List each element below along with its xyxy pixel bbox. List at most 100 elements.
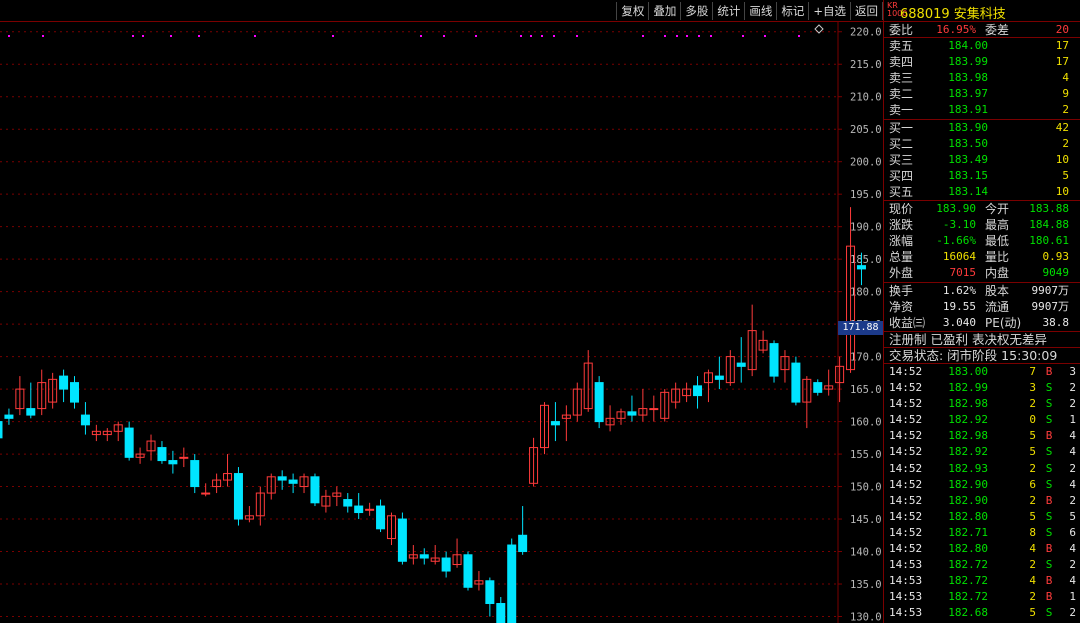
ratio-label: 委比	[889, 23, 914, 37]
level-volume: 42	[1055, 120, 1069, 134]
tick-row[interactable]: 14:53 182.72 4 B 4	[884, 573, 1080, 589]
candle-body	[343, 499, 353, 507]
tick-volume: 2	[1029, 397, 1036, 411]
kline-chart[interactable]: 220.0 215.0 210.0 205.0 200.0 195.0 190.0 185.0…	[0, 22, 883, 623]
quote-value: 16064	[942, 250, 976, 264]
diff-value: 20	[1055, 23, 1069, 36]
toolbar-button[interactable]: +自选	[808, 2, 850, 20]
quote-value: 3.040	[942, 315, 976, 329]
tick-row[interactable]: 14:53 182.68 5 S 2	[884, 605, 1080, 621]
quote-row: 换手 1.62% 股本 9907万	[884, 283, 1080, 299]
toolbar-button[interactable]: 标记	[776, 2, 808, 20]
tick-row[interactable]: 14:52 182.80 4 B 4	[884, 541, 1080, 557]
candle-body	[70, 382, 80, 403]
quote-panel: KR 1000 688019 安集科技 委比 16.95% 委差 20 卖五 18…	[883, 0, 1080, 623]
y-tick-label: 140.0	[850, 547, 882, 559]
quote-row: 收益㈢ 3.040 PE(动) 38.8	[884, 315, 1080, 331]
tick-row[interactable]: 14:52 182.98 2 S 2	[884, 396, 1080, 412]
level-volume: 17	[1055, 39, 1069, 53]
candle-body	[496, 603, 506, 623]
tick-row[interactable]: 14:52 182.92 0 S 1	[884, 412, 1080, 428]
tick-row[interactable]: 14:53 182.72 2 B 1	[884, 589, 1080, 605]
quote-row: 涨幅 -1.66% 最低 180.61	[884, 233, 1080, 249]
quote-block-2: 换手 1.62% 股本 9907万 净资 19.55 流通 9907万 收益㈢ 3.040 PE(动…	[884, 283, 1080, 332]
tick-time: 14:53	[889, 574, 923, 588]
tick-row[interactable]: 14:52 182.80 5 S 5	[884, 509, 1080, 525]
toolbar-button[interactable]: 复权	[616, 2, 648, 20]
quote-value: 183.88	[1029, 202, 1069, 216]
quote-value: 184.88	[1029, 218, 1069, 232]
level-price: 183.14	[948, 184, 988, 198]
tick-volume: 2	[1029, 590, 1036, 604]
toolbar-button[interactable]: 画线	[744, 2, 776, 20]
candle-body	[179, 456, 189, 459]
tick-list[interactable]: 14:52 183.00 7 B 3 14:52 182.99 3 S 2 14:52 182.98 2…	[884, 364, 1080, 623]
quote-value: 19.55	[942, 299, 976, 313]
tick-time: 14:53	[889, 558, 923, 572]
quote-row: 外盘 7015 内盘 9049	[884, 265, 1080, 281]
quote-value: 9907万	[1031, 283, 1070, 297]
tick-price: 182.98	[948, 429, 988, 443]
candle-body	[201, 492, 211, 495]
quote-block-1: 现价 183.90 今开 183.88 涨跌 -3.10 最高 184.88 涨幅 -1.66% 最…	[884, 201, 1080, 283]
candle-body	[441, 557, 451, 572]
candle-body	[507, 544, 517, 623]
tick-time: 14:52	[889, 525, 923, 539]
tick-row[interactable]: 14:52 182.93 2 S 2	[884, 461, 1080, 477]
tick-side: S	[1045, 397, 1053, 411]
tick-row[interactable]: 14:52 182.90 6 S 4	[884, 477, 1080, 493]
tick-volume: 0	[1029, 413, 1036, 427]
tick-row[interactable]: 14:52 182.92 5 S 4	[884, 444, 1080, 460]
tick-side: B	[1045, 429, 1053, 443]
tick-row[interactable]: 14:52 183.00 7 B 3	[884, 364, 1080, 380]
toolbar-button[interactable]: 返回	[850, 2, 883, 20]
registration-text: 注册制 已盈利 表决权无差异	[889, 331, 1047, 347]
signal-marker	[332, 35, 334, 37]
tick-price: 182.80	[948, 509, 988, 523]
level-label: 卖一	[889, 103, 914, 118]
tick-volume: 5	[1029, 429, 1036, 443]
level-volume: 9	[1062, 87, 1069, 101]
tick-price: 182.72	[948, 590, 988, 604]
quote-row: 涨跌 -3.10 最高 184.88	[884, 217, 1080, 233]
order-ratio-row: 委比 16.95% 委差 20	[884, 22, 1080, 39]
tick-count: 4	[1069, 429, 1076, 443]
toolbar-button[interactable]: 多股	[680, 2, 712, 20]
level-volume: 10	[1055, 152, 1069, 166]
signal-marker	[520, 35, 522, 37]
signal-marker	[764, 35, 766, 37]
candlestick-svg[interactable]: 220.0215.0210.0205.0200.0195.0190.0185.0…	[0, 22, 883, 623]
level-volume: 4	[1062, 71, 1069, 85]
tick-row[interactable]: 14:53 182.72 2 S 2	[884, 557, 1080, 573]
level-price: 183.98	[948, 71, 988, 85]
tick-side: S	[1045, 606, 1053, 620]
tick-time: 14:52	[889, 542, 923, 555]
quote-value: 38.8	[1042, 315, 1070, 329]
trade-status: 交易状态: 闭市阶段 15:30:09	[884, 348, 1080, 364]
tick-row[interactable]: 14:52 182.98 5 B 4	[884, 428, 1080, 444]
tick-time: 14:52	[889, 509, 923, 523]
signal-marker	[170, 35, 172, 37]
tick-count: 4	[1069, 477, 1076, 491]
tick-price: 182.80	[948, 542, 988, 555]
tick-row[interactable]: 14:52 182.71 8 S 6	[884, 525, 1080, 541]
y-tick-label: 150.0	[850, 482, 882, 494]
signal-marker	[254, 35, 256, 37]
tick-side: B	[1045, 542, 1053, 555]
level-volume: 2	[1062, 103, 1069, 117]
tick-price: 182.90	[948, 477, 988, 491]
tick-row[interactable]: 14:52 182.99 3 S 2	[884, 380, 1080, 396]
tick-side: S	[1045, 445, 1053, 459]
tick-side: B	[1045, 364, 1053, 378]
candle-body	[124, 427, 134, 458]
candle-body	[856, 265, 866, 270]
ratio-value: 16.95%	[936, 23, 976, 36]
ask-row: 卖五 184.00 17	[884, 38, 1080, 54]
toolbar-button[interactable]: 统计	[712, 2, 744, 20]
tick-row[interactable]: 14:52 182.90 2 B 2	[884, 493, 1080, 509]
toolbar-button[interactable]: 叠加	[648, 2, 680, 20]
level-label: 卖二	[889, 87, 914, 102]
tick-side: S	[1045, 477, 1053, 491]
toolbar: 复权 叠加 多股 统计 画线 标记 +自选 返回	[0, 0, 883, 22]
candle-body	[233, 473, 243, 520]
